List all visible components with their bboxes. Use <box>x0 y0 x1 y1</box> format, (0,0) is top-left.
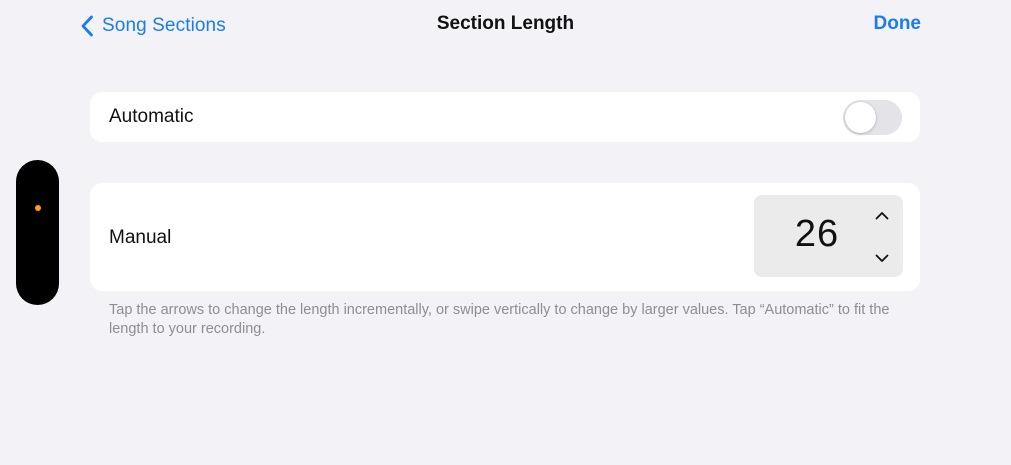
manual-row: Manual 26 <box>90 183 920 291</box>
length-stepper[interactable]: 26 <box>754 195 903 277</box>
automatic-label: Automatic <box>109 106 194 127</box>
manual-label: Manual <box>109 227 172 248</box>
navigation-bar: Song Sections Section Length Done <box>0 0 1011 52</box>
chevron-up-icon <box>875 211 889 219</box>
back-button[interactable]: Song Sections <box>80 12 226 40</box>
toggle-knob <box>845 102 876 133</box>
back-button-label: Song Sections <box>102 15 226 36</box>
chevron-left-icon <box>81 15 93 37</box>
help-text: Tap the arrows to change the length incr… <box>109 302 890 337</box>
chevron-down-icon <box>875 254 889 262</box>
side-panel-handle[interactable] <box>16 160 59 305</box>
increment-button[interactable] <box>869 203 895 227</box>
status-dot-icon <box>35 205 41 211</box>
automatic-toggle[interactable] <box>843 100 902 135</box>
automatic-row: Automatic <box>90 92 920 142</box>
decrement-button[interactable] <box>869 246 895 270</box>
done-button[interactable]: Done <box>874 13 922 35</box>
length-value: 26 <box>794 213 840 255</box>
